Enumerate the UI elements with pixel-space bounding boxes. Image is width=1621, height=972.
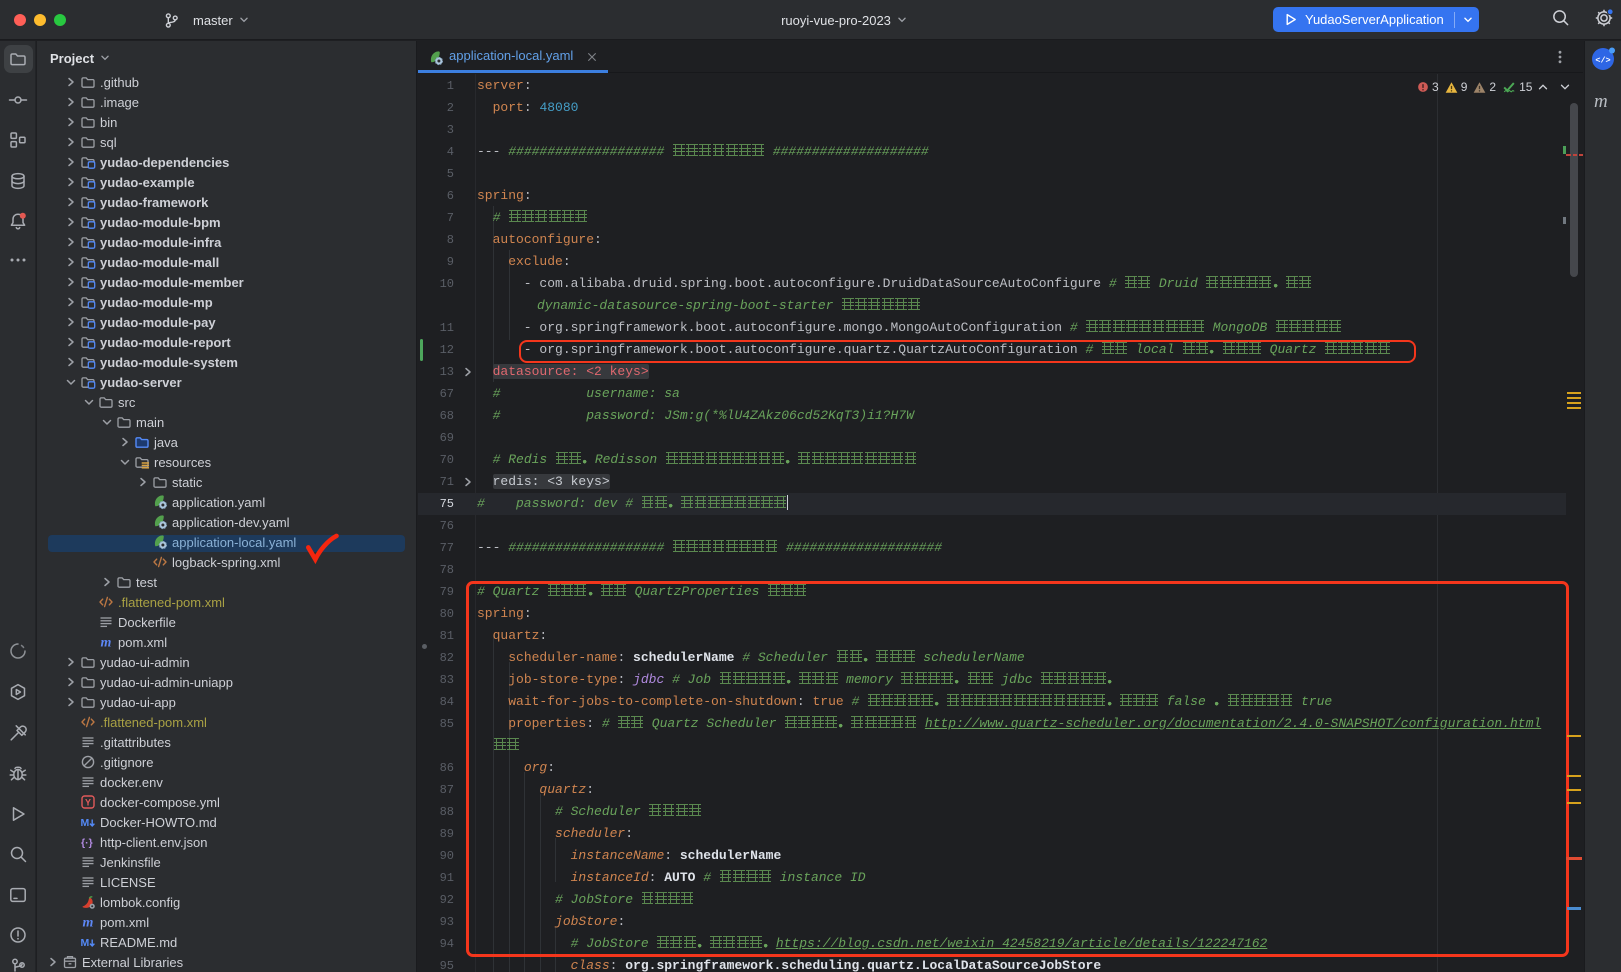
- svg-text:m: m: [83, 916, 94, 931]
- svg-text:{·}: {·}: [81, 837, 93, 849]
- svg-text:M: M: [81, 817, 90, 829]
- svg-text:M: M: [81, 937, 90, 949]
- svg-text:</>: </>: [1595, 56, 1610, 66]
- svg-text:Y: Y: [85, 798, 91, 808]
- svg-text:m: m: [101, 636, 112, 651]
